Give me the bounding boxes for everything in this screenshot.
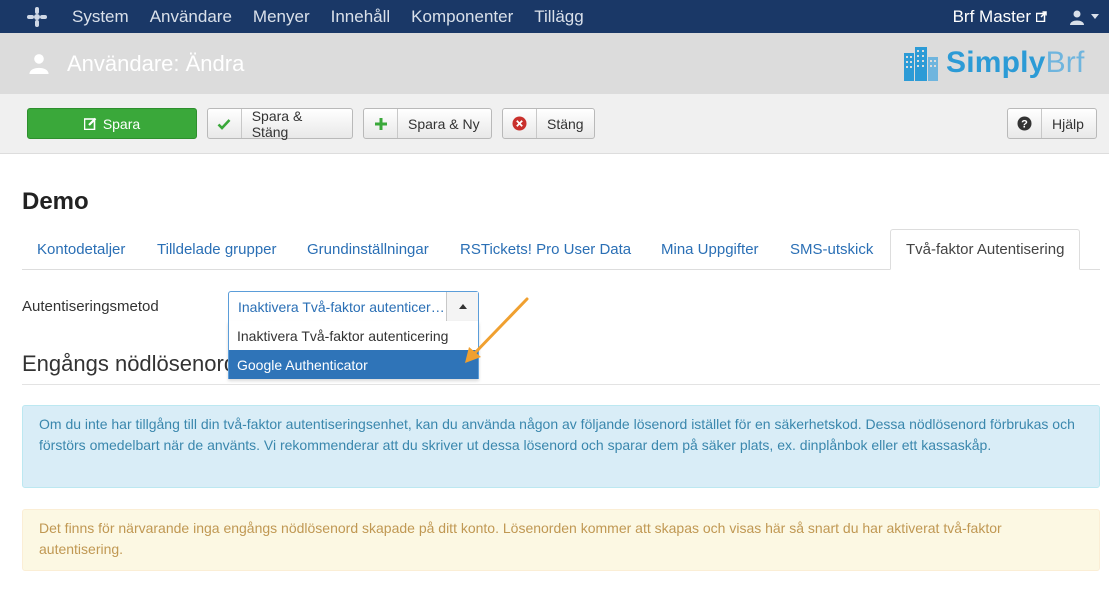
question-icon: ? — [1008, 109, 1042, 138]
save-new-label: Spara & Ny — [408, 115, 480, 132]
tab-assigned-groups[interactable]: Tilldelade grupper — [142, 229, 292, 270]
save-label: Spara — [102, 115, 141, 132]
warning-alert: Det finns för närvarande inga engångs nö… — [22, 509, 1100, 571]
brand-name: SimplyBrf — [946, 46, 1085, 80]
tab-rstickets[interactable]: RSTickets! Pro User Data — [445, 229, 646, 270]
help-button[interactable]: ? Hjälp — [1007, 108, 1097, 139]
select-value: Inaktivera Två-faktor autenticering — [238, 298, 446, 315]
user-menu[interactable] — [1069, 9, 1099, 25]
nav-menus[interactable]: Menyer — [253, 7, 310, 27]
page-title: Demo — [22, 188, 89, 215]
section-heading: Engångs nödlösenord — [22, 351, 237, 376]
auth-method-select[interactable]: Inaktivera Två-faktor autenticering — [228, 291, 479, 322]
save-new-button[interactable]: Spara & Ny — [363, 108, 492, 139]
info-alert: Om du inte har tillgång till din två-fak… — [22, 405, 1100, 488]
tab-sms[interactable]: SMS-utskick — [775, 229, 888, 270]
close-label: Stäng — [547, 115, 584, 132]
toolbar: Spara Spara & Stäng Spara & Ny Stäng ? H… — [0, 94, 1109, 154]
brand-part1: Simply — [946, 46, 1046, 79]
checkmark-icon — [208, 109, 242, 138]
edit-icon — [83, 117, 97, 130]
nav-content[interactable]: Innehåll — [331, 7, 391, 27]
help-label: Hjälp — [1052, 115, 1084, 132]
tab-account-details[interactable]: Kontodetaljer — [22, 229, 140, 270]
chevron-down-icon — [1091, 14, 1099, 19]
nav-extensions[interactable]: Tillägg — [534, 7, 583, 27]
option-google-authenticator[interactable]: Google Authenticator — [229, 350, 478, 379]
page-header: Användare: Ändra SimplyBrf — [0, 33, 1109, 94]
auth-method-dropdown: Inaktivera Två-faktor autenticering Goog… — [228, 321, 479, 379]
nav-system[interactable]: System — [72, 7, 129, 27]
tab-basic-settings[interactable]: Grundinställningar — [292, 229, 444, 270]
top-navbar: System Användare Menyer Innehåll Kompone… — [0, 0, 1109, 33]
page-heading: Användare: Ändra — [67, 51, 245, 76]
save-close-button[interactable]: Spara & Stäng — [207, 107, 353, 140]
nav-components[interactable]: Komponenter — [411, 7, 513, 27]
close-button[interactable]: Stäng — [502, 108, 595, 139]
building-icon — [904, 47, 938, 81]
annotation-arrow-icon — [465, 297, 529, 363]
close-circle-icon — [503, 109, 537, 138]
option-disable-2fa[interactable]: Inaktivera Två-faktor autenticering — [229, 321, 478, 350]
joomla-logo-icon[interactable] — [26, 6, 48, 28]
tab-two-factor[interactable]: Två-faktor Autentisering — [890, 229, 1081, 270]
section-divider — [22, 384, 1100, 385]
svg-text:?: ? — [1021, 118, 1028, 130]
plus-icon — [364, 109, 398, 138]
save-button[interactable]: Spara — [27, 108, 197, 139]
user-icon — [29, 54, 49, 74]
site-name: Brf Master — [952, 6, 1031, 26]
nav-users[interactable]: Användare — [150, 7, 232, 27]
site-link[interactable]: Brf Master — [953, 7, 1047, 27]
external-link-icon — [1036, 11, 1047, 22]
tab-my-details[interactable]: Mina Uppgifter — [646, 229, 774, 270]
brand-part2: Brf — [1045, 46, 1085, 79]
save-close-label: Spara & Stäng — [251, 107, 303, 140]
auth-method-label: Autentiseringsmetod — [22, 298, 159, 315]
user-icon — [1070, 10, 1084, 25]
tab-bar: Kontodetaljer Tilldelade grupper Grundin… — [22, 229, 1100, 270]
brand-logo: SimplyBrf — [902, 43, 1085, 83]
